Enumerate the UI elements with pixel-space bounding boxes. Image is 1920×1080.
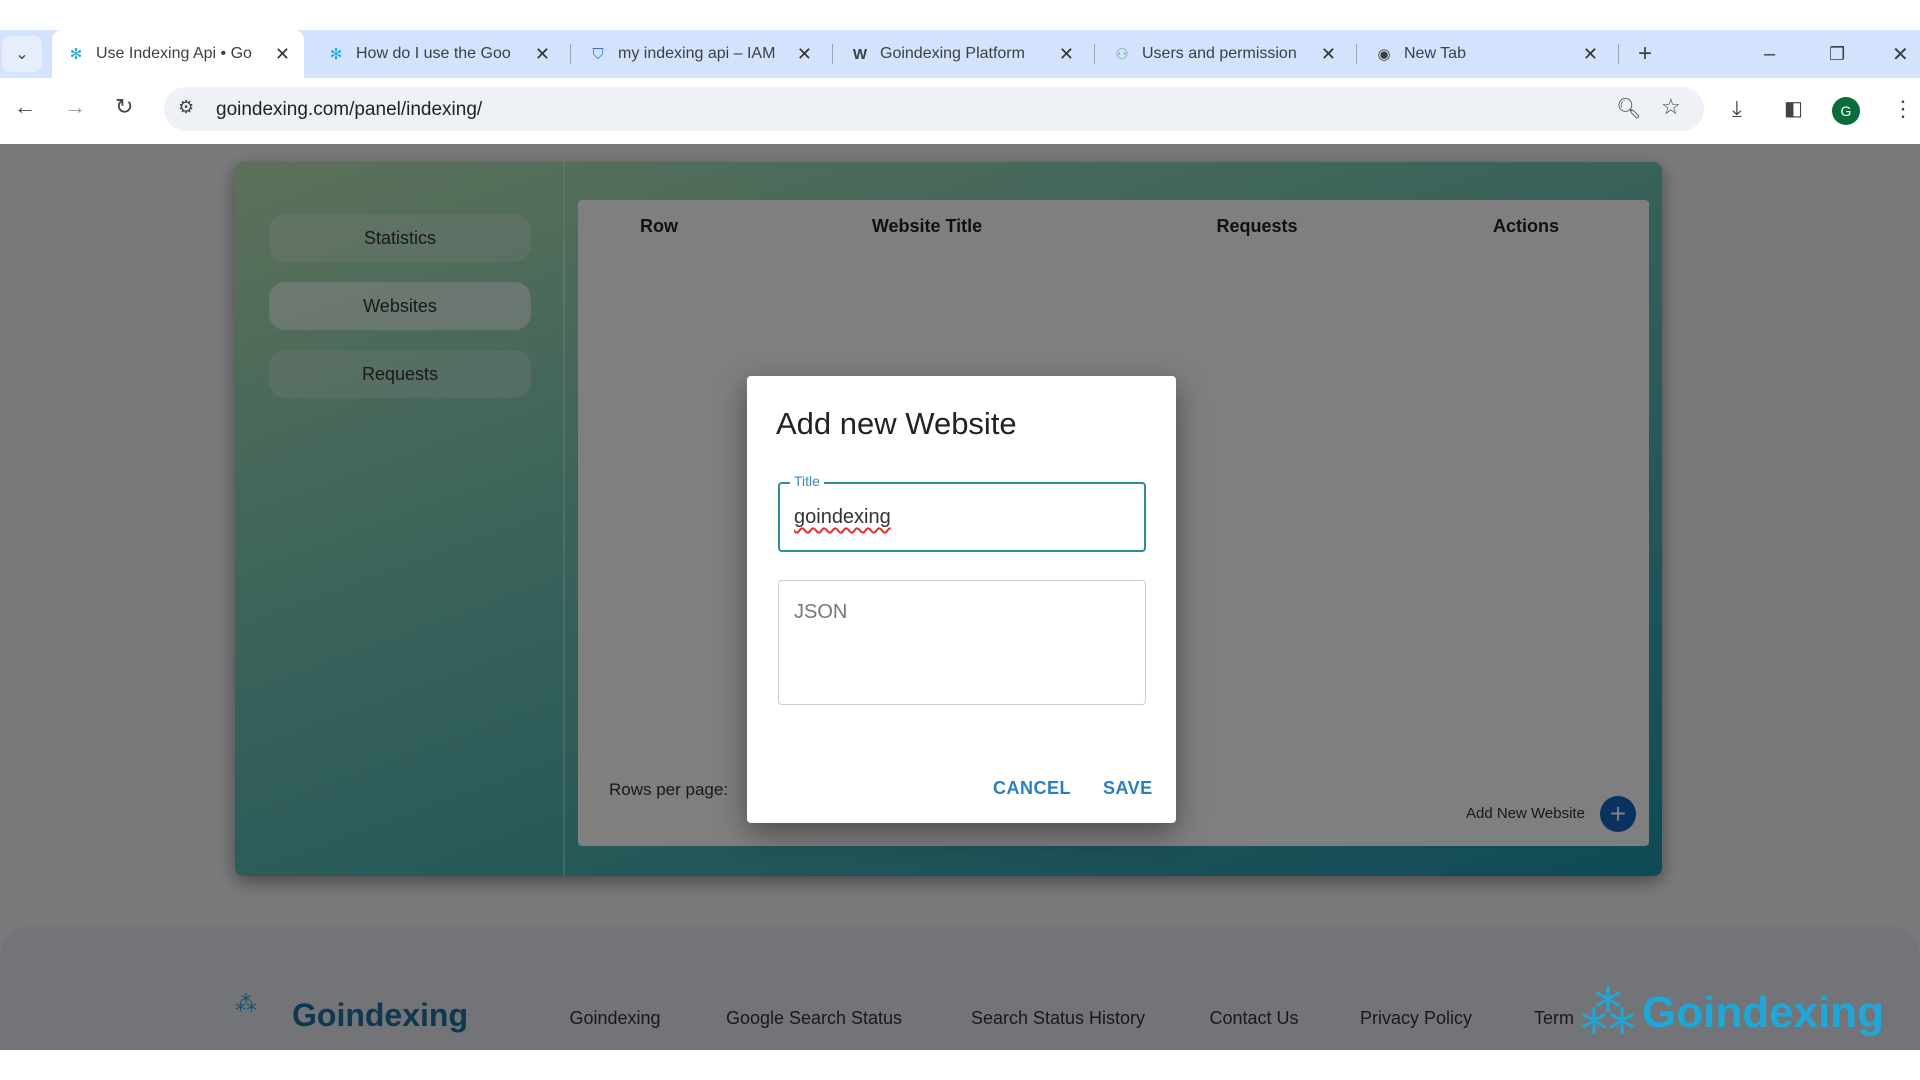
tab-new-tab[interactable]: ◉ New Tab ✕ <box>1360 30 1612 78</box>
close-icon[interactable]: ✕ <box>275 44 290 65</box>
close-icon: ✕ <box>1892 43 1909 66</box>
restore-button[interactable]: ❐ <box>1815 30 1859 78</box>
tab-users-and-permissions[interactable]: ⚇ Users and permission ✕ <box>1098 30 1350 78</box>
title-input[interactable]: Title goindexing <box>778 473 1146 552</box>
tab-title: my indexing api – IAM <box>618 45 776 62</box>
chrome-icon: ◉ <box>1377 46 1391 63</box>
profile-avatar[interactable]: G <box>1832 97 1860 125</box>
close-icon[interactable]: ✕ <box>1321 44 1336 65</box>
tab-title: Goindexing Platform <box>880 45 1025 62</box>
forward-icon[interactable]: → <box>64 94 86 120</box>
close-icon[interactable]: ✕ <box>1583 44 1598 65</box>
new-tab-button[interactable]: + <box>1624 30 1666 78</box>
bookmark-star-icon[interactable]: ☆ <box>1661 94 1681 120</box>
watermark-logo: ⁂ Goindexing <box>1580 975 1884 1051</box>
plus-icon: + <box>1638 40 1653 67</box>
close-icon[interactable]: ✕ <box>797 44 812 65</box>
tab-my-indexing-api[interactable]: ⛉ my indexing api – IAM ✕ <box>574 30 826 78</box>
add-website-dialog: Add new Website Title goindexing JSON CA… <box>747 376 1176 823</box>
goindexing-icon: ✻ <box>69 46 83 63</box>
title-input-label: Title <box>790 473 824 489</box>
site-settings-icon[interactable]: ⚙ <box>178 97 194 118</box>
minimize-button[interactable]: – <box>1750 30 1789 78</box>
reload-icon[interactable]: ↻ <box>115 94 133 120</box>
shield-icon: ⛉ <box>592 45 604 63</box>
tab-goindexing-platform[interactable]: W Goindexing Platform ✕ <box>836 30 1088 78</box>
tab-title: How do I use the Goo <box>356 45 511 62</box>
tab-title: Use Indexing Api • Go <box>96 45 252 62</box>
address-bar[interactable]: ⚙ goindexing.com/panel/indexing/ 🔍︎ ☆ <box>164 87 1704 131</box>
json-textarea[interactable]: JSON <box>778 580 1146 705</box>
restore-icon: ❐ <box>1829 43 1846 64</box>
close-window-button[interactable]: ✕ <box>1878 30 1920 78</box>
save-button[interactable]: SAVE <box>1103 778 1153 799</box>
download-icon[interactable]: ⤓ <box>1732 96 1742 122</box>
toolbar: ← → ↻ ⚙ goindexing.com/panel/indexing/ 🔍… <box>0 78 1920 144</box>
goindexing-logo-icon: ⁂ <box>1580 981 1636 1044</box>
chevron-down-icon: ⌄ <box>15 46 29 63</box>
tab-search-button[interactable]: ⌄ <box>2 36 42 72</box>
menu-icon[interactable]: ⋮ <box>1892 96 1914 122</box>
watermark-text: Goindexing <box>1642 988 1884 1037</box>
users-icon: ⚇ <box>1115 46 1129 63</box>
json-placeholder: JSON <box>794 601 848 623</box>
title-input-value[interactable]: goindexing <box>794 506 891 529</box>
close-icon[interactable]: ✕ <box>535 44 550 65</box>
zoom-icon[interactable]: 🔍︎ <box>1616 96 1641 121</box>
side-panel-icon[interactable]: ◧ <box>1784 96 1803 121</box>
minimize-icon: – <box>1764 42 1776 65</box>
close-icon[interactable]: ✕ <box>1059 44 1074 65</box>
cancel-button[interactable]: CANCEL <box>993 778 1071 799</box>
w-logo-icon: W <box>852 45 868 63</box>
tab-how-do-i-use[interactable]: ✻ How do I use the Goo ✕ <box>312 30 564 78</box>
dialog-title: Add new Website <box>776 406 1017 441</box>
url-text[interactable]: goindexing.com/panel/indexing/ <box>216 99 482 121</box>
back-icon[interactable]: ← <box>14 94 36 120</box>
tab-title: Users and permission <box>1142 45 1297 62</box>
tab-title: New Tab <box>1404 45 1466 62</box>
goindexing-icon: ✻ <box>329 46 343 63</box>
tab-use-indexing-api[interactable]: ✻ Use Indexing Api • Go ✕ <box>52 30 304 78</box>
tab-strip: ⌄ ✻ Use Indexing Api • Go ✕ ✻ How do I use … <box>0 30 1920 78</box>
